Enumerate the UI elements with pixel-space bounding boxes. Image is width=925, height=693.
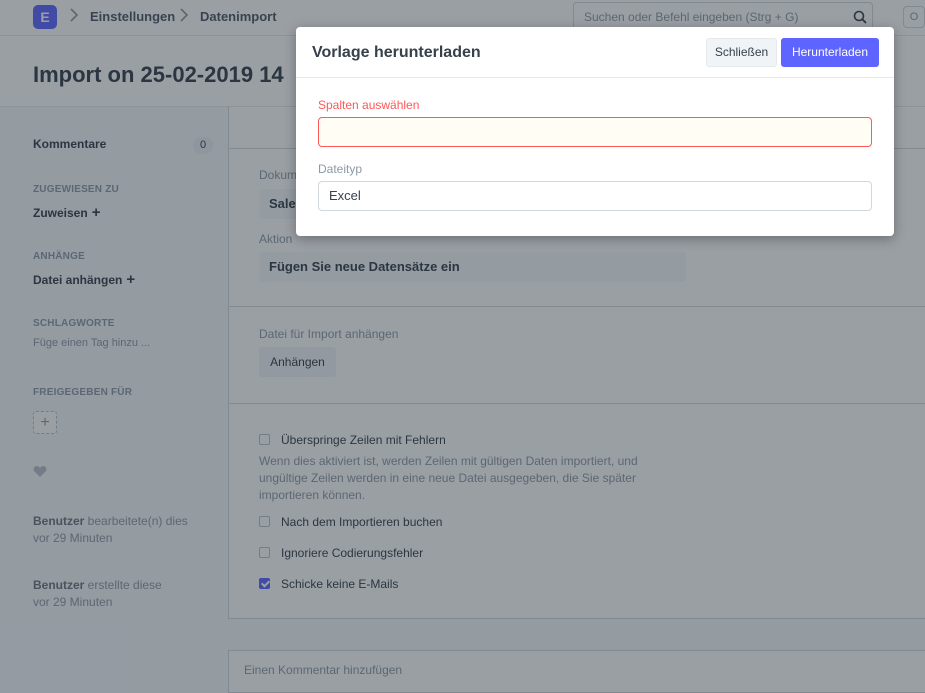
download-button[interactable]: Herunterladen <box>781 38 879 67</box>
close-button[interactable]: Schließen <box>706 38 777 67</box>
download-template-dialog: Vorlage herunterladen Schließen Herunter… <box>296 27 894 236</box>
select-columns-input[interactable] <box>318 117 872 147</box>
file-type-select[interactable]: Excel <box>318 181 872 211</box>
file-type-label: Dateityp <box>318 162 363 176</box>
dialog-title: Vorlage herunterladen <box>312 44 481 61</box>
select-columns-label: Spalten auswählen <box>318 98 420 112</box>
dialog-header: Vorlage herunterladen Schließen Herunter… <box>296 27 894 78</box>
